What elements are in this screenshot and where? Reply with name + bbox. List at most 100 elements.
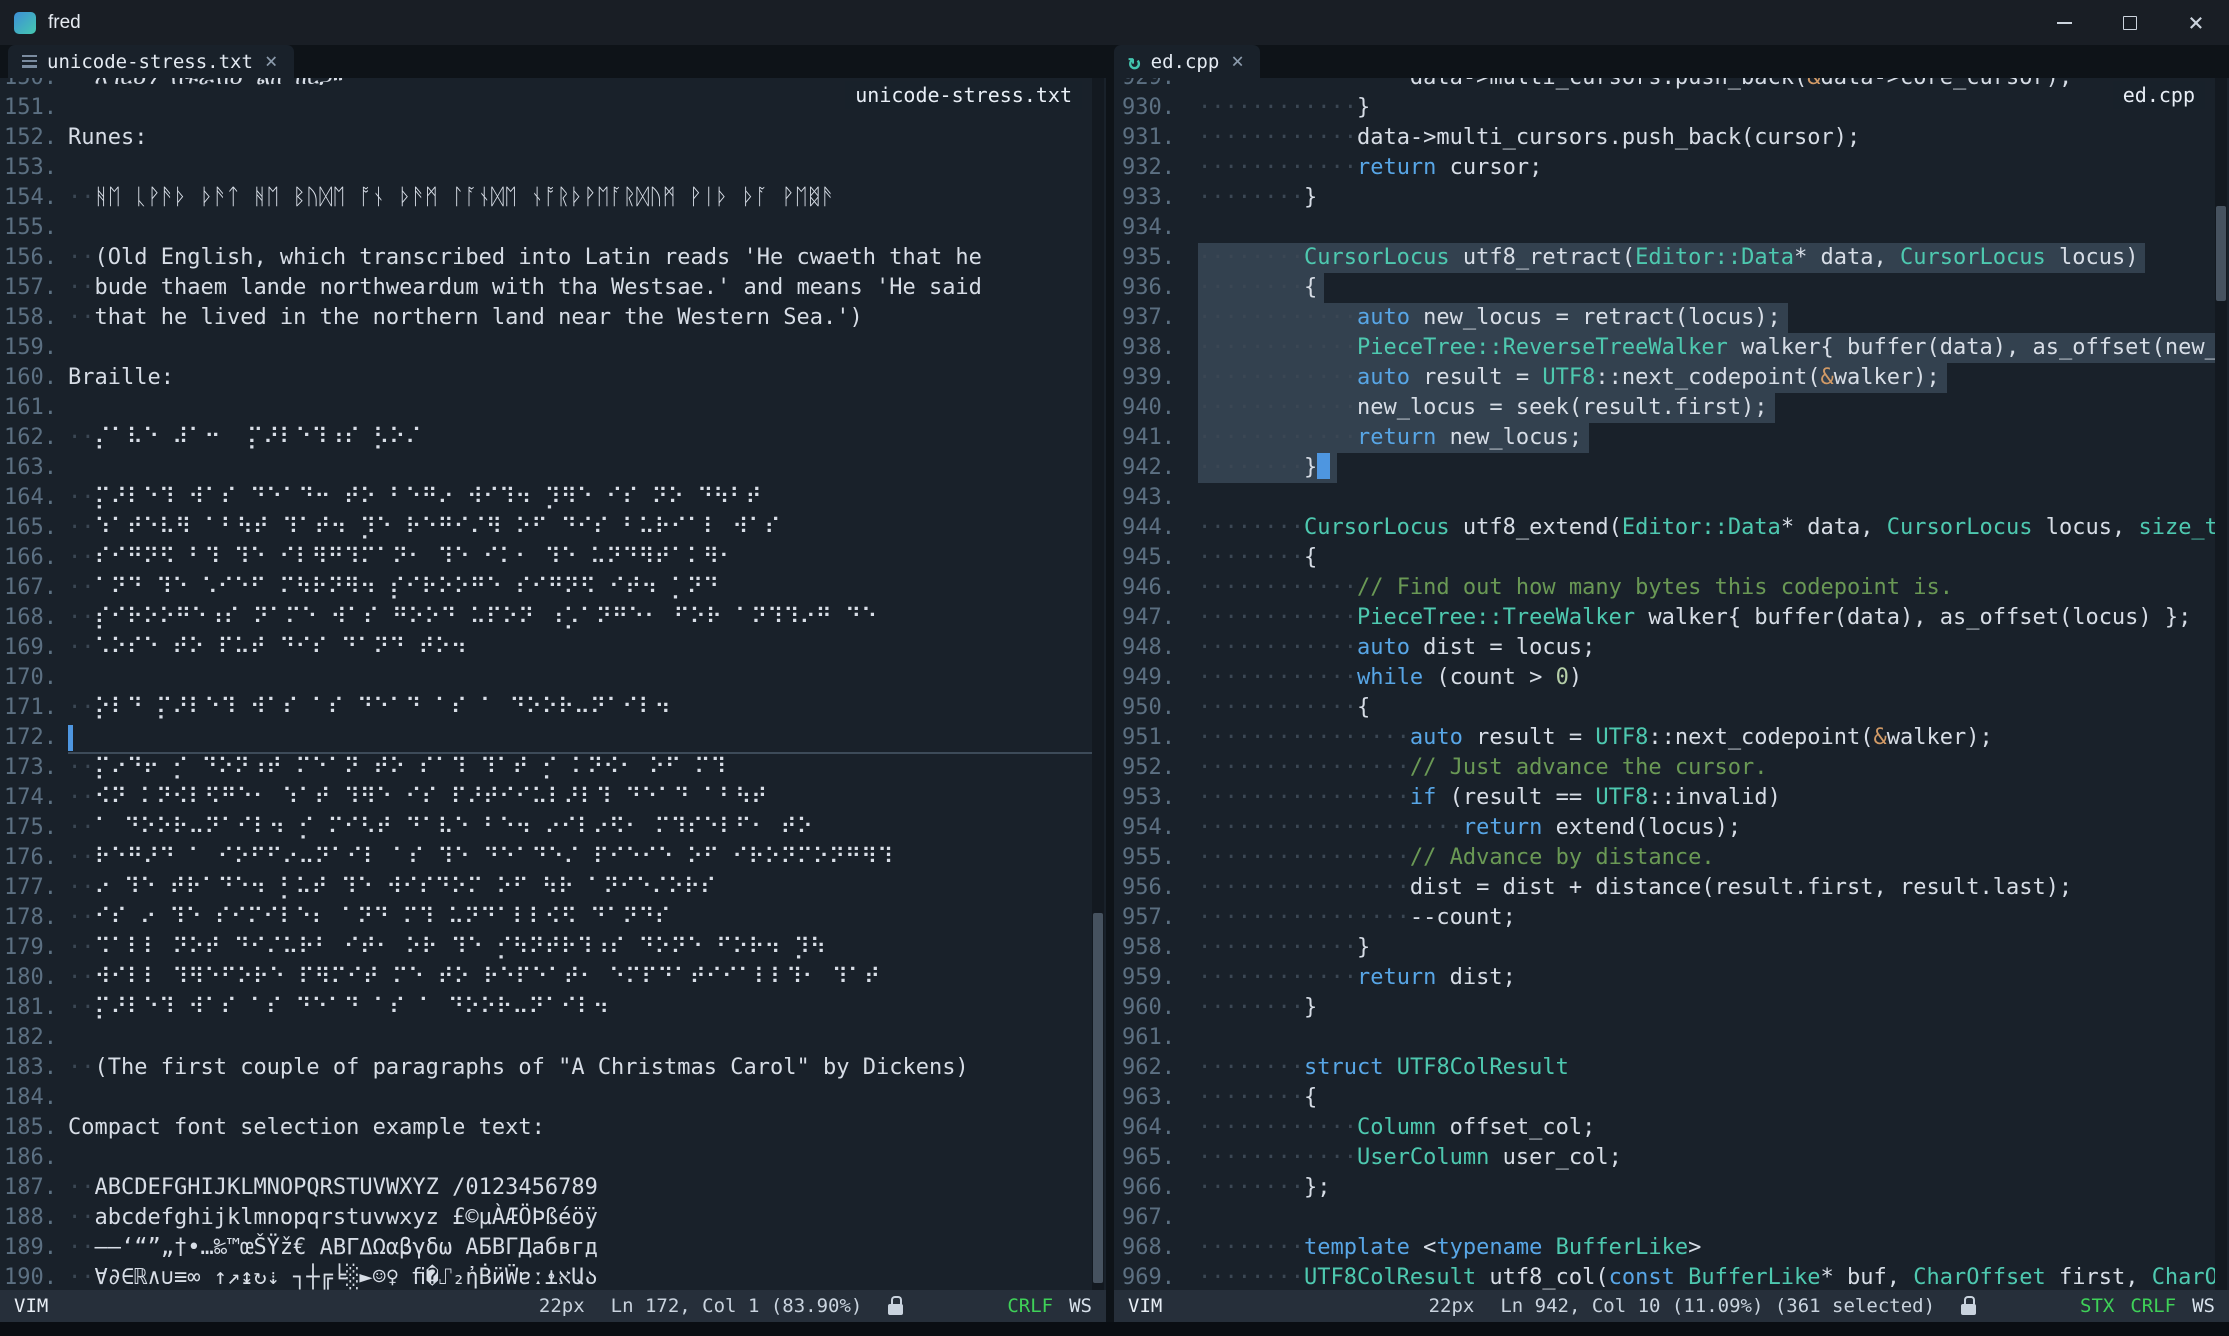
code-line: 959.············return dist;: [1114, 963, 2215, 993]
line-number: 178.: [0, 903, 57, 933]
right-scrollbar-thumb[interactable]: [2216, 206, 2226, 301]
line-text: ················data->multi_cursors.push…: [1198, 78, 2072, 93]
close-button[interactable]: ×: [2163, 0, 2229, 45]
line-number: 960.: [1114, 993, 1175, 1023]
line-number: 935.: [1114, 243, 1175, 273]
line-number: 944.: [1114, 513, 1175, 543]
code-line: 953.················if (result == UTF8::…: [1114, 783, 2215, 813]
line-number: 947.: [1114, 603, 1175, 633]
line-text: ··⠗⠑⠛⠜⠙ ⠁ ⠊⠕⠋⠋⠔⠤⠝⠁⠊⠇ ⠁⠎ ⠹⠑ ⠙⠑⠁⠙⠑⠌ ⠏⠊⠑⠊⠑ …: [68, 843, 893, 873]
tab-unicode-stress-txt[interactable]: unicode-stress.txt ×: [8, 45, 294, 78]
line-number: 184.: [0, 1083, 57, 1113]
line-text: ············auto new_locus = retract(loc…: [1198, 303, 1781, 333]
code-line: 188.··abcdefghijklmnopqrstuvwxyz £©µÀÆÖÞ…: [0, 1203, 1092, 1233]
line-text: ··⠊⠎ ⠔ ⠹⠑ ⠎⠊⠍⠊⠇⠑⠆ ⠁⠝⠙ ⠍⠹ ⠥⠝⠙⠁⠇⠇⠪⠫ ⠙⠁⠝⠙⠎: [68, 903, 671, 933]
line-number: 929.: [1114, 78, 1175, 93]
line-text: Runes:: [68, 123, 147, 153]
filename-overlay: ed.cpp: [2113, 81, 2205, 109]
line-number: 959.: [1114, 963, 1175, 993]
line-number: 941.: [1114, 423, 1175, 453]
code-line: 171.··⡕⠇⠙ ⡍⠜⠇⠑⠹ ⠺⠁⠎ ⠁⠎ ⠙⠑⠁⠙ ⠁⠎ ⠁ ⠙⠕⠕⠗⠤⠝⠁…: [0, 693, 1092, 723]
code-line: 168.··⡎⠊⠗⠕⠕⠛⠑⠰⠎ ⠝⠁⠍⠑ ⠺⠁⠎ ⠛⠕⠕⠙ ⠥⠏⠕⠝ ⠰⡡⠁⠝⠛…: [0, 603, 1092, 633]
lock-icon[interactable]: [1961, 1304, 1976, 1315]
minimize-button[interactable]: [2031, 0, 2097, 45]
left-scrollbar-thumb[interactable]: [1093, 913, 1103, 1283]
line-number: 180.: [0, 963, 57, 993]
line-number: 185.: [0, 1113, 57, 1143]
code-line: 163.: [0, 453, 1092, 483]
code-line: 157.··bude thaem lande northweardum with…: [0, 273, 1092, 303]
code-line: 947.············PieceTree::TreeWalker wa…: [1114, 603, 2215, 633]
left-scrollbar[interactable]: [1092, 78, 1104, 1290]
line-text: ········template <typename BufferLike>: [1198, 1233, 1701, 1263]
line-text: ················// Advance by distance.: [1198, 843, 1715, 873]
title-bar: fred ×: [0, 0, 2229, 45]
code-line: 936.········{: [1114, 273, 2215, 303]
line-text: ········CursorLocus utf8_retract(Editor:…: [1198, 243, 2138, 273]
left-status-bar: VIM 22px Ln 172, Col 1 (83.90%) CRLF WS: [0, 1290, 1106, 1322]
code-line: 939.············auto result = UTF8::next…: [1114, 363, 2215, 393]
line-text: Braille:: [68, 363, 174, 393]
line-number: 175.: [0, 813, 57, 843]
line-number: 954.: [1114, 813, 1175, 843]
line-text: ··ᚻᛖ ᚳᚹᚫᚦ ᚦᚫᛏ ᚻᛖ ᛒᚢᛞᛖ ᚩᚾ ᚦᚫᛗ ᛚᚪᚾᛞᛖ ᚾᚩᚱᚦᚹ…: [68, 183, 834, 213]
whitespace-indicator[interactable]: WS: [2192, 1295, 2215, 1317]
line-ending-indicator[interactable]: CRLF: [2130, 1295, 2176, 1317]
line-number: 953.: [1114, 783, 1175, 813]
line-number: 165.: [0, 513, 57, 543]
text-editor-right[interactable]: 929. ················data->multi_cursors.…: [1114, 78, 2229, 1290]
line-number: 162.: [0, 423, 57, 453]
line-number: 187.: [0, 1173, 57, 1203]
line-text: ··ABCDEFGHIJKLMNOPQRSTUVWXYZ /0123456789: [68, 1173, 598, 1203]
filename-overlay: unicode-stress.txt: [845, 81, 1082, 109]
code-line: 180.··⠺⠊⠇⠇ ⠹⠻⠑⠋⠕⠗⠑ ⠏⠻⠍⠊⠞ ⠍⠑ ⠞⠕ ⠗⠑⠏⠑⠁⠞⠂ ⠑…: [0, 963, 1092, 993]
line-number: 939.: [1114, 363, 1175, 393]
maximize-button[interactable]: [2097, 0, 2163, 45]
line-number: 948.: [1114, 633, 1175, 663]
whitespace-indicator[interactable]: WS: [1069, 1295, 1092, 1317]
line-text: ··⠡⠕⠎⠑ ⠞⠕ ⠏⠥⠞ ⠙⠊⠎ ⠙⠁⠝⠙ ⠞⠕⠲: [68, 633, 467, 663]
code-line: 943.: [1114, 483, 2215, 513]
line-number: 943.: [1114, 483, 1175, 513]
line-number: 930.: [1114, 93, 1175, 123]
line-number: 160.: [0, 363, 57, 393]
text-editor-left[interactable]: 150.··እግርህን በፍራሽህ ልክ ዘርጋ።151.152.Runes:1…: [0, 78, 1106, 1290]
code-line: 165.··⠱⠁⠞⠑⠧⠻ ⠁⠃⠳⠞ ⠹⠁⠞⠲ ⡹⠑ ⠗⠑⠛⠊⠌⠻ ⠕⠋ ⠙⠊⠎ …: [0, 513, 1092, 543]
stx-indicator[interactable]: STX: [2080, 1295, 2114, 1317]
tab-label: unicode-stress.txt: [47, 51, 253, 73]
right-scrollbar[interactable]: [2215, 78, 2227, 1290]
line-text: ············}: [1198, 933, 1370, 963]
code-line: 952.················// Just advance the …: [1114, 753, 2215, 783]
tab-close-icon[interactable]: ×: [1229, 51, 1246, 72]
code-line: 954.····················return extend(lo…: [1114, 813, 2215, 843]
line-text: ··⠎⠊⠛⠝⠫ ⠃⠹ ⠹⠑ ⠊⠇⠻⠛⠹⠍⠁⠝⠂ ⠹⠑ ⠊⠅⠂ ⠹⠑ ⠥⠝⠙⠻⠞⠁…: [68, 543, 735, 573]
line-text: ············auto dist = locus;: [1198, 633, 1595, 663]
line-number: 171.: [0, 693, 57, 723]
line-number: 957.: [1114, 903, 1175, 933]
line-number: 170.: [0, 663, 57, 693]
code-line: 962.········struct UTF8ColResult: [1114, 1053, 2215, 1083]
tab-ed-cpp[interactable]: ed.cpp ×: [1114, 45, 1260, 78]
line-number: 179.: [0, 933, 57, 963]
line-number: 942.: [1114, 453, 1175, 483]
line-text: ··⠔ ⠹⠑ ⠞⠗⠁⠙⠑⠲ ⡃⠥⠞ ⠹⠑ ⠺⠊⠎⠙⠕⠍ ⠕⠋ ⠳⠗ ⠁⠝⠊⠑⠌⠕…: [68, 873, 716, 903]
line-text: ········{: [1198, 1083, 1317, 1113]
code-line: 969.········UTF8ColResult utf8_col(const…: [1114, 1263, 2215, 1290]
line-number: 951.: [1114, 723, 1175, 753]
line-text: ············// Find out how many bytes t…: [1198, 573, 1953, 603]
line-ending-indicator[interactable]: CRLF: [1007, 1295, 1053, 1317]
cursor-position-indicator: Ln 942, Col 10 (11.09%) (361 selected): [1500, 1295, 1935, 1317]
line-text: ············{: [1198, 693, 1370, 723]
line-text: ··(The first couple of paragraphs of "A …: [68, 1053, 969, 1083]
line-number: 177.: [0, 873, 57, 903]
line-number: 155.: [0, 213, 57, 243]
code-line: 189.··–—‘“”„†•…‰™œŠŸž€ ΑΒΓΔΩαβγδω АБВГДа…: [0, 1233, 1092, 1263]
line-number: 962.: [1114, 1053, 1175, 1083]
code-line: 930.············}: [1114, 93, 2215, 123]
tab-close-icon[interactable]: ×: [263, 51, 280, 72]
line-text: ··⡍⠜⠇⠑⠹ ⠺⠁⠎ ⠙⠑⠁⠙⠒ ⠞⠕ ⠃⠑⠛⠔ ⠺⠊⠹⠲ ⡹⠻⠑ ⠊⠎ ⠝⠕…: [68, 483, 762, 513]
line-number: 964.: [1114, 1113, 1175, 1143]
lock-icon[interactable]: [888, 1304, 903, 1315]
line-text: ············PieceTree::ReverseTreeWalker…: [1198, 333, 2215, 363]
code-line: 159.: [0, 333, 1092, 363]
